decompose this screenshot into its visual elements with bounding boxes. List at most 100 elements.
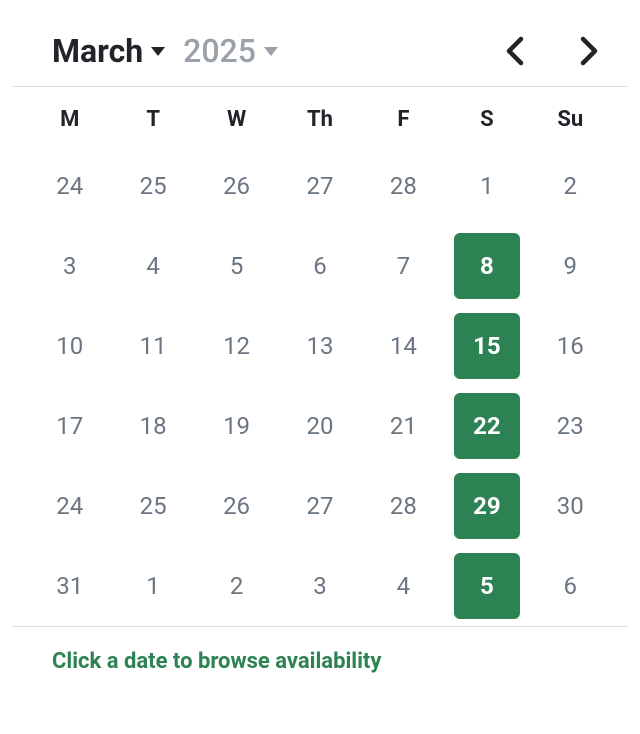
day-cell: 4 <box>362 546 445 626</box>
day[interactable]: 10 <box>37 313 103 379</box>
day-cell: 15 <box>445 306 528 386</box>
next-month-button[interactable] <box>580 36 598 66</box>
day-cell: 29 <box>445 466 528 546</box>
month-label: March <box>52 32 143 70</box>
day-cell: 26 <box>195 466 278 546</box>
day-cell: 24 <box>28 146 111 226</box>
day-available[interactable]: 15 <box>454 313 520 379</box>
day-cell: 21 <box>362 386 445 466</box>
day[interactable]: 25 <box>120 473 186 539</box>
day-cell: 3 <box>28 226 111 306</box>
day[interactable]: 6 <box>287 233 353 299</box>
chevron-left-icon <box>506 36 524 66</box>
day-header: W <box>195 87 278 146</box>
day-cell: 18 <box>111 386 194 466</box>
day[interactable]: 27 <box>287 153 353 219</box>
nav-group <box>506 36 608 66</box>
day[interactable]: 12 <box>204 313 270 379</box>
day[interactable]: 28 <box>370 473 436 539</box>
day-cell: 11 <box>111 306 194 386</box>
day-available[interactable]: 22 <box>454 393 520 459</box>
day[interactable]: 2 <box>204 553 270 619</box>
day[interactable]: 17 <box>37 393 103 459</box>
day[interactable]: 27 <box>287 473 353 539</box>
month-selector[interactable]: March <box>52 32 165 70</box>
chevron-right-icon <box>580 36 598 66</box>
day[interactable]: 18 <box>120 393 186 459</box>
day-cell: 26 <box>195 146 278 226</box>
day[interactable]: 9 <box>537 233 603 299</box>
year-selector[interactable]: 2025 <box>183 32 278 70</box>
day-cell: 25 <box>111 146 194 226</box>
day-cell: 14 <box>362 306 445 386</box>
day-cell: 5 <box>195 226 278 306</box>
day[interactable]: 2 <box>537 153 603 219</box>
caret-down-icon <box>264 47 278 56</box>
day-cell: 23 <box>529 386 612 466</box>
day-cell: 13 <box>278 306 361 386</box>
day-cell: 6 <box>529 546 612 626</box>
day[interactable]: 26 <box>204 153 270 219</box>
day[interactable]: 4 <box>120 233 186 299</box>
day-cell: 12 <box>195 306 278 386</box>
day-cell: 9 <box>529 226 612 306</box>
day-cell: 5 <box>445 546 528 626</box>
day-cell: 28 <box>362 146 445 226</box>
day-cell: 19 <box>195 386 278 466</box>
day-available[interactable]: 29 <box>454 473 520 539</box>
day-cell: 30 <box>529 466 612 546</box>
day-cell: 25 <box>111 466 194 546</box>
day[interactable]: 1 <box>120 553 186 619</box>
prev-month-button[interactable] <box>506 36 524 66</box>
day-cell: 16 <box>529 306 612 386</box>
day-header: S <box>445 87 528 146</box>
day-cell: 2 <box>195 546 278 626</box>
day[interactable]: 31 <box>37 553 103 619</box>
day[interactable]: 26 <box>204 473 270 539</box>
day[interactable]: 3 <box>287 553 353 619</box>
day-header: M <box>28 87 111 146</box>
availability-hint: Click a date to browse availability <box>12 627 628 696</box>
year-label: 2025 <box>183 32 256 70</box>
day-cell: 17 <box>28 386 111 466</box>
day[interactable]: 13 <box>287 313 353 379</box>
day-available[interactable]: 8 <box>454 233 520 299</box>
day-cell: 6 <box>278 226 361 306</box>
calendar-grid: MTWThFSSu2425262728123456789101112131415… <box>12 87 628 626</box>
day[interactable]: 16 <box>537 313 603 379</box>
day-cell: 4 <box>111 226 194 306</box>
day-header: Su <box>529 87 612 146</box>
day-cell: 20 <box>278 386 361 466</box>
day[interactable]: 11 <box>120 313 186 379</box>
month-year-group: March 2025 <box>52 32 278 70</box>
day[interactable]: 24 <box>37 473 103 539</box>
day-cell: 28 <box>362 466 445 546</box>
day[interactable]: 24 <box>37 153 103 219</box>
day[interactable]: 1 <box>454 153 520 219</box>
day-cell: 8 <box>445 226 528 306</box>
day[interactable]: 25 <box>120 153 186 219</box>
day-cell: 31 <box>28 546 111 626</box>
day[interactable]: 6 <box>537 553 603 619</box>
day[interactable]: 3 <box>37 233 103 299</box>
day[interactable]: 4 <box>370 553 436 619</box>
day[interactable]: 28 <box>370 153 436 219</box>
day-cell: 27 <box>278 146 361 226</box>
day[interactable]: 20 <box>287 393 353 459</box>
day[interactable]: 7 <box>370 233 436 299</box>
day[interactable]: 23 <box>537 393 603 459</box>
day[interactable]: 30 <box>537 473 603 539</box>
caret-down-icon <box>151 47 165 56</box>
day[interactable]: 5 <box>204 233 270 299</box>
day-cell: 10 <box>28 306 111 386</box>
calendar: March 2025 MTWThFSSu24252627281234567891… <box>12 12 628 696</box>
day[interactable]: 19 <box>204 393 270 459</box>
calendar-header: March 2025 <box>12 12 628 86</box>
day-available[interactable]: 5 <box>454 553 520 619</box>
day-cell: 3 <box>278 546 361 626</box>
day-cell: 27 <box>278 466 361 546</box>
day-cell: 1 <box>111 546 194 626</box>
day-cell: 7 <box>362 226 445 306</box>
day[interactable]: 14 <box>370 313 436 379</box>
day[interactable]: 21 <box>370 393 436 459</box>
